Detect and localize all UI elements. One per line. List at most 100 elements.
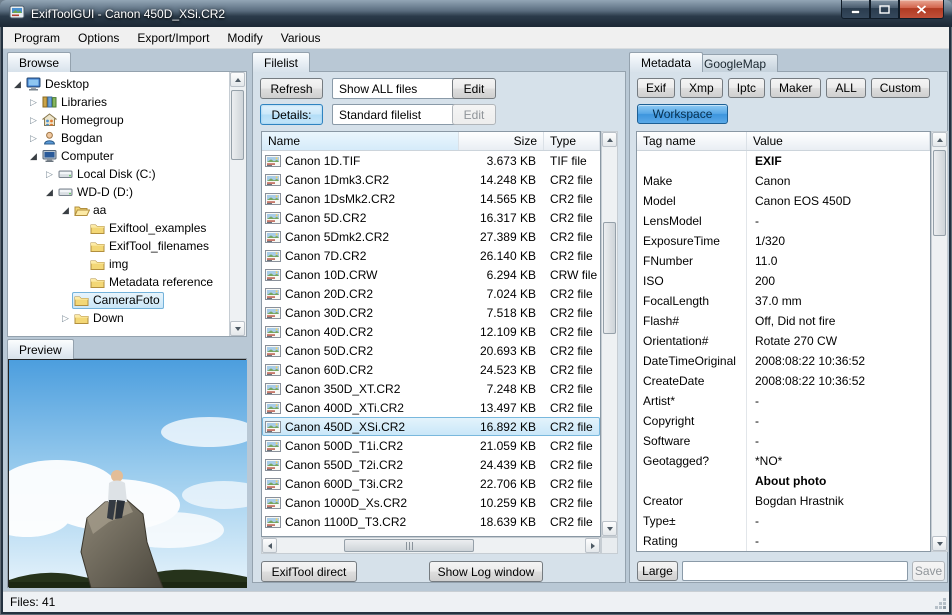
metadata-filter-custom-button[interactable]: Custom: [871, 78, 930, 98]
maximize-button[interactable]: [870, 0, 899, 19]
metadata-filter-maker-button[interactable]: Maker: [770, 78, 821, 98]
workspace-button[interactable]: Workspace: [637, 104, 728, 124]
tab-browse[interactable]: Browse: [7, 52, 71, 72]
scroll-right-button[interactable]: [585, 538, 600, 553]
view-edit-button[interactable]: Edit: [452, 104, 496, 125]
scroll-thumb[interactable]: [603, 222, 616, 334]
metadata-row-flash[interactable]: Flash#Off, Did not fire: [637, 311, 930, 331]
metadata-row-copyright[interactable]: Copyright-: [637, 411, 930, 431]
scroll-down-button[interactable]: [230, 321, 245, 336]
scroll-left-button[interactable]: [262, 538, 277, 553]
metadata-row-focallength[interactable]: FocalLength37.0 mm: [637, 291, 930, 311]
file-row-canon-350d-xt-cr2[interactable]: Canon 350D_XT.CR27.248 KBCR2 file: [262, 379, 600, 398]
metadata-row-iso[interactable]: ISO200: [637, 271, 930, 291]
metadata-row-creator[interactable]: CreatorBogdan Hrastnik: [637, 491, 930, 511]
tag-name-column-header[interactable]: Tag name: [637, 132, 747, 150]
menu-item-export-import[interactable]: Export/Import: [128, 28, 218, 48]
collapse-arrow-icon[interactable]: ◢: [11, 79, 24, 90]
metadata-row-exif[interactable]: EXIF: [637, 151, 930, 171]
tree-item-aa[interactable]: ◢aa: [9, 201, 228, 219]
file-row-canon-1dmk3-cr2[interactable]: Canon 1Dmk3.CR214.248 KBCR2 file: [262, 170, 600, 189]
file-row-canon-400d-xti-cr2[interactable]: Canon 400D_XTi.CR213.497 KBCR2 file: [262, 398, 600, 417]
metadata-row-rating[interactable]: Rating-: [637, 531, 930, 551]
metadata-row-exposuretime[interactable]: ExposureTime1/320: [637, 231, 930, 251]
scroll-down-button[interactable]: [602, 521, 617, 536]
metadata-vertical-scrollbar[interactable]: [931, 131, 948, 552]
file-row-canon-600d-t3i-cr2[interactable]: Canon 600D_T3i.CR222.706 KBCR2 file: [262, 474, 600, 493]
tree-item-img[interactable]: img: [9, 255, 228, 273]
save-button[interactable]: Save: [912, 561, 945, 581]
file-row-canon-1100d-t3-cr2[interactable]: Canon 1100D_T3.CR218.639 KBCR2 file: [262, 512, 600, 531]
scroll-up-button[interactable]: [932, 132, 947, 147]
tree-item-computer[interactable]: ◢Computer: [9, 147, 228, 165]
expand-arrow-icon[interactable]: ▷: [59, 313, 72, 324]
metadata-row-lensmodel[interactable]: LensModel-: [637, 211, 930, 231]
collapse-arrow-icon[interactable]: ◢: [59, 205, 72, 216]
file-row-canon-5dmk2-cr2[interactable]: Canon 5Dmk2.CR227.389 KBCR2 file: [262, 227, 600, 246]
tab-googlemap[interactable]: GoogleMap: [692, 54, 778, 72]
tree-item-bogdan[interactable]: ▷Bogdan: [9, 129, 228, 147]
filelist-horizontal-scrollbar[interactable]: [261, 537, 601, 554]
tree-item-local-disk-c[interactable]: ▷Local Disk (C:): [9, 165, 228, 183]
minimize-button[interactable]: [841, 0, 870, 19]
column-header-size[interactable]: Size: [459, 132, 544, 150]
tree-item-down[interactable]: ▷Down: [9, 309, 228, 327]
menu-item-various[interactable]: Various: [272, 28, 330, 48]
tree-item-homegroup[interactable]: ▷Homegroup: [9, 111, 228, 129]
resize-grip[interactable]: [943, 606, 946, 609]
file-row-canon-500d-t1i-cr2[interactable]: Canon 500D_T1i.CR221.059 KBCR2 file: [262, 436, 600, 455]
expand-arrow-icon[interactable]: ▷: [43, 169, 56, 180]
tree-item-libraries[interactable]: ▷Libraries: [9, 93, 228, 111]
file-row-canon-50d-cr2[interactable]: Canon 50D.CR220.693 KBCR2 file: [262, 341, 600, 360]
tree-item-metadata-reference[interactable]: Metadata reference: [9, 273, 228, 291]
file-row-canon-5d-cr2[interactable]: Canon 5D.CR216.317 KBCR2 file: [262, 208, 600, 227]
metadata-row-artist[interactable]: Artist*-: [637, 391, 930, 411]
expand-arrow-icon[interactable]: ▷: [27, 133, 40, 144]
scroll-thumb[interactable]: [231, 90, 244, 160]
file-row-canon-10d-crw[interactable]: Canon 10D.CRW6.294 KBCRW file: [262, 265, 600, 284]
tree-item-desktop[interactable]: ◢Desktop: [9, 75, 228, 93]
filter-edit-button[interactable]: Edit: [452, 78, 496, 99]
scroll-down-button[interactable]: [932, 536, 947, 551]
scroll-thumb[interactable]: [344, 539, 474, 552]
metadata-filter-exif-button[interactable]: Exif: [637, 78, 675, 98]
metadata-row-about-photo[interactable]: About photo: [637, 471, 930, 491]
metadata-filter-iptc-button[interactable]: Iptc: [728, 78, 765, 98]
file-row-canon-1dsmk2-cr2[interactable]: Canon 1DsMk2.CR214.565 KBCR2 file: [262, 189, 600, 208]
file-row-canon-1000d-xs-cr2[interactable]: Canon 1000D_Xs.CR210.259 KBCR2 file: [262, 493, 600, 512]
file-row-canon-60d-cr2[interactable]: Canon 60D.CR224.523 KBCR2 file: [262, 360, 600, 379]
tree-item-wd-d-d[interactable]: ◢WD-D (D:): [9, 183, 228, 201]
close-button[interactable]: [899, 0, 944, 19]
scroll-up-button[interactable]: [602, 132, 617, 147]
metadata-row-fnumber[interactable]: FNumber11.0: [637, 251, 930, 271]
metadata-row-datetimeoriginal[interactable]: DateTimeOriginal2008:08:22 10:36:52: [637, 351, 930, 371]
scroll-up-button[interactable]: [230, 72, 245, 87]
metadata-row-geotagged[interactable]: Geotagged?*NO*: [637, 451, 930, 471]
metadata-row-software[interactable]: Software-: [637, 431, 930, 451]
tab-preview[interactable]: Preview: [7, 339, 74, 359]
large-button[interactable]: Large: [637, 561, 678, 581]
file-row-canon-550d-t2i-cr2[interactable]: Canon 550D_T2i.CR224.439 KBCR2 file: [262, 455, 600, 474]
scroll-thumb[interactable]: [933, 150, 946, 236]
menu-item-options[interactable]: Options: [69, 28, 128, 48]
title-bar[interactable]: ExifToolGUI - Canon 450D_XSi.CR2: [0, 0, 952, 27]
expand-arrow-icon[interactable]: ▷: [27, 97, 40, 108]
exiftool-direct-button[interactable]: ExifTool direct: [261, 561, 357, 582]
metadata-filter-all-button[interactable]: ALL: [826, 78, 865, 98]
details-toggle-button[interactable]: Details:: [260, 104, 323, 125]
metadata-row-model[interactable]: ModelCanon EOS 450D: [637, 191, 930, 211]
value-column-header[interactable]: Value: [747, 132, 930, 150]
custom-tag-input[interactable]: [682, 561, 908, 581]
column-header-type[interactable]: Type: [544, 132, 600, 150]
metadata-row-createdate[interactable]: CreateDate2008:08:22 10:36:52: [637, 371, 930, 391]
filelist-vertical-scrollbar[interactable]: [601, 131, 618, 537]
tab-metadata[interactable]: Metadata: [629, 52, 703, 72]
show-log-button[interactable]: Show Log window: [429, 561, 543, 582]
expand-arrow-icon[interactable]: ▷: [27, 115, 40, 126]
file-row-canon-20d-cr2[interactable]: Canon 20D.CR27.024 KBCR2 file: [262, 284, 600, 303]
refresh-button[interactable]: Refresh: [260, 78, 323, 99]
file-row-canon-450d-xsi-cr2[interactable]: Canon 450D_XSi.CR216.892 KBCR2 file: [262, 417, 600, 436]
metadata-row-make[interactable]: MakeCanon: [637, 171, 930, 191]
tree-scrollbar[interactable]: [229, 72, 246, 336]
file-row-canon-7d-cr2[interactable]: Canon 7D.CR226.140 KBCR2 file: [262, 246, 600, 265]
